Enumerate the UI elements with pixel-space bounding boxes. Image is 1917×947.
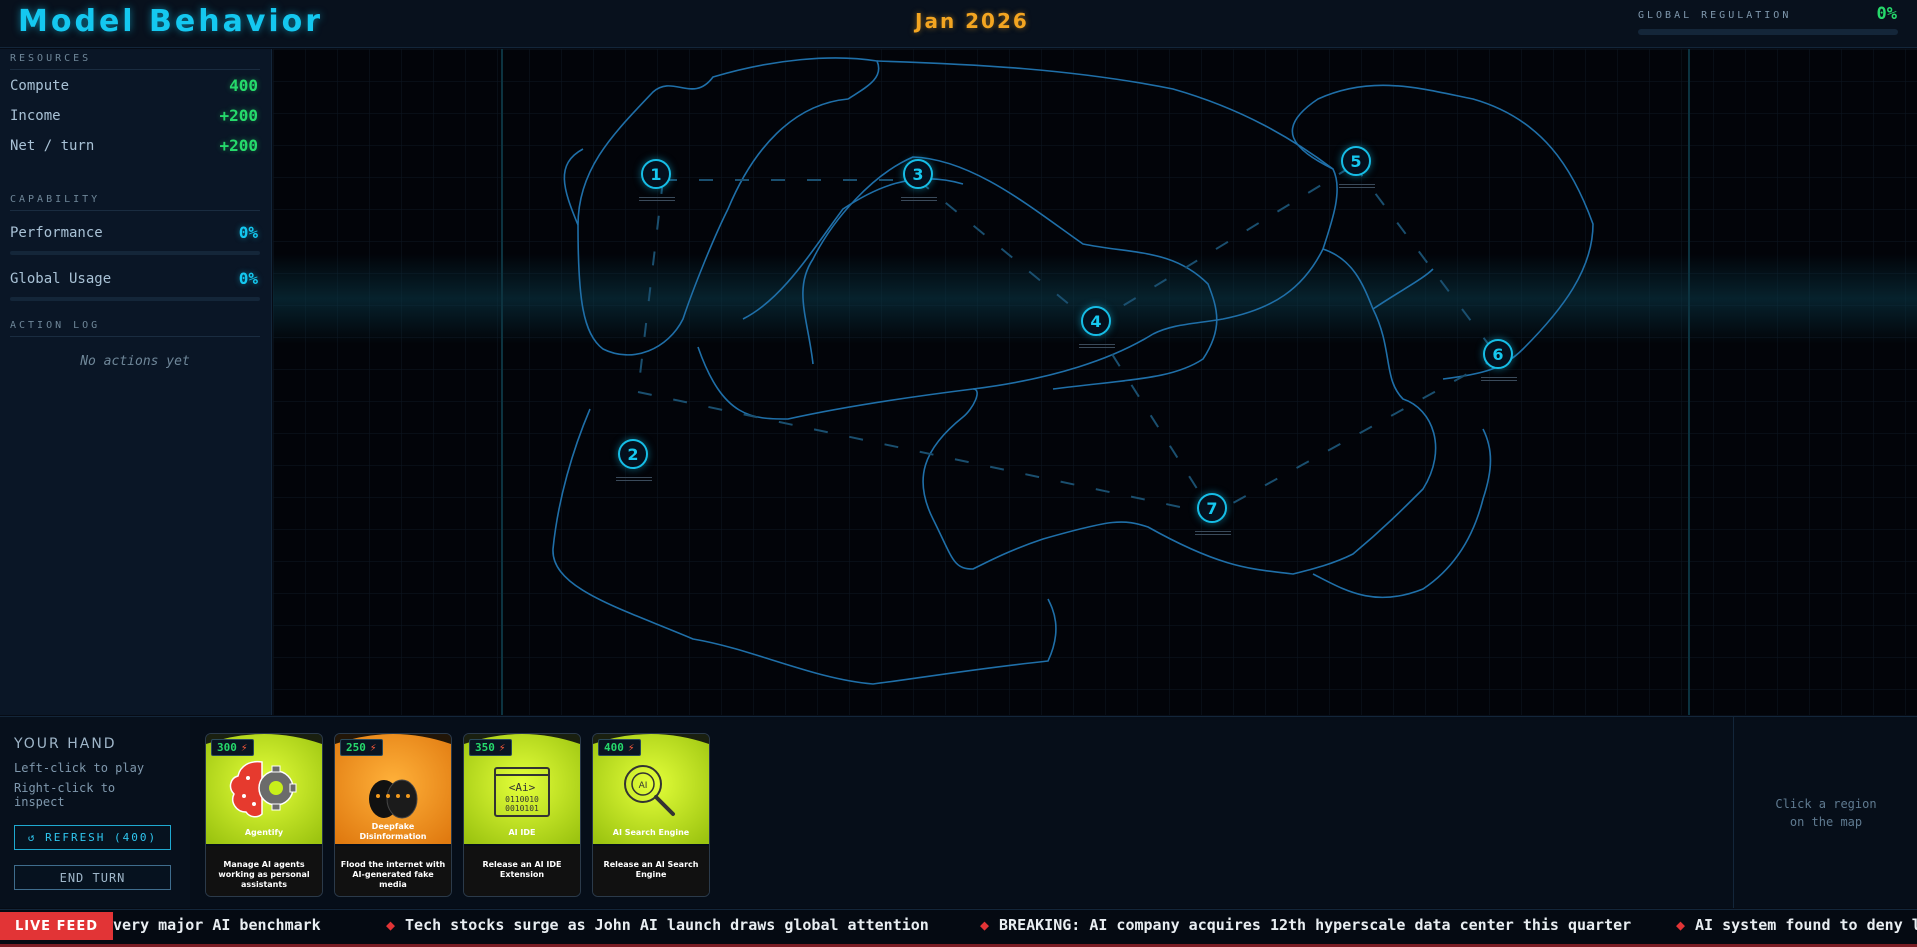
region-7-indicator <box>1195 531 1231 539</box>
bolt-icon: ⚡ <box>498 741 506 754</box>
faces-icon <box>369 779 418 819</box>
ticker-item: very major AI benchmark <box>113 916 321 934</box>
ticker-item: ◆ AI system found to deny lo <box>1676 916 1917 934</box>
hand-title: YOUR HAND <box>14 736 117 752</box>
card-cost: 350 ⚡ <box>469 739 512 756</box>
income-label: Income <box>10 108 61 124</box>
map-canvas <box>273 49 1917 715</box>
global-regulation-label: GLOBAL REGULATION <box>1638 10 1792 21</box>
card-cost: 300 ⚡ <box>211 739 254 756</box>
region-node-1[interactable]: 1 <box>641 159 671 189</box>
card-cost-value: 250 <box>346 741 366 754</box>
ticker-item-text: AI system found to deny lo <box>1695 916 1917 934</box>
region-5-indicator <box>1339 184 1375 192</box>
card-name: Deepfake Disinformation <box>359 822 427 841</box>
card-description: Manage AI agents working as personal ass… <box>218 860 310 889</box>
brain-gear-icon <box>229 760 297 818</box>
inspect-panel: Click a region on the map <box>1733 716 1917 908</box>
net-per-turn-value: +200 <box>219 136 258 155</box>
income-value: +200 <box>219 106 258 125</box>
compute-label: Compute <box>10 78 70 94</box>
region-node-5[interactable]: 5 <box>1341 146 1371 176</box>
live-feed-badge: LIVE FEED <box>0 912 113 940</box>
region-node-3[interactable]: 3 <box>903 159 933 189</box>
top-bar: Model Behavior Jan 2026 GLOBAL REGULATIO… <box>0 0 1917 48</box>
card-cost-value: 300 <box>217 741 237 754</box>
region-2-indicator <box>616 477 652 485</box>
svg-text:0010101: 0010101 <box>505 804 539 813</box>
card-hand: 300 ⚡ Agentify Manage AI agents working a… <box>190 716 1733 908</box>
action-log-section-title: ACTION LOG <box>10 320 101 331</box>
resources-section-title: RESOURCES <box>10 53 92 64</box>
inspect-hint: Click a region on the map <box>1775 797 1877 829</box>
divider <box>10 210 260 211</box>
compute-value: 400 <box>229 76 258 95</box>
left-click-hint: Left-click to play <box>14 761 145 775</box>
news-ticker: LIVE FEED very major AI benchmark ◆ Tech … <box>0 909 1917 947</box>
global-regulation-value: 0% <box>1876 4 1897 24</box>
diamond-icon: ◆ <box>386 916 396 934</box>
game-title: Model Behavior <box>18 4 324 39</box>
region-node-7[interactable]: 7 <box>1197 493 1227 523</box>
ticker-item-text: Tech stocks surge as John AI launch draw… <box>405 916 929 934</box>
global-usage-value: 0% <box>238 269 258 288</box>
region-node-6[interactable]: 6 <box>1483 339 1513 369</box>
net-per-turn-label: Net / turn <box>10 138 95 154</box>
end-turn-button[interactable]: END TURN <box>14 865 171 890</box>
card-name: AI Search Engine <box>612 828 690 837</box>
global-regulation-bar <box>1638 29 1898 35</box>
region-3-indicator <box>901 197 937 205</box>
ai-magnifier-icon: AI <box>624 765 675 816</box>
global-usage-label: Global Usage <box>10 271 112 287</box>
ai-code-window-icon: <Ai> 0110010 0010101 <box>494 767 550 817</box>
svg-text:AI: AI <box>639 781 648 791</box>
right-click-hint: Right-click to inspect <box>14 781 116 809</box>
card-name: AI IDE <box>508 828 536 837</box>
ticker-item: ◆ BREAKING: AI company acquires 12th hype… <box>980 916 1631 934</box>
card-description: Release an AI IDE Extension <box>482 860 562 879</box>
card-deepfake-disinformation[interactable]: 250 ⚡ Deepfake Disinformation Flood the i… <box>334 733 452 897</box>
region-6-indicator <box>1481 377 1517 385</box>
refresh-button[interactable]: ↺ REFRESH (400) <box>14 825 171 850</box>
bolt-icon: ⚡ <box>627 741 635 754</box>
card-agentify[interactable]: 300 ⚡ Agentify Manage AI agents working a… <box>205 733 323 897</box>
ticker-item-text: BREAKING: AI company acquires 12th hyper… <box>999 916 1632 934</box>
game-screen: Model Behavior Jan 2026 GLOBAL REGULATIO… <box>0 0 1917 947</box>
world-map[interactable]: 1 2 3 4 5 6 7 <box>273 49 1917 715</box>
bolt-icon: ⚡ <box>369 741 377 754</box>
card-cost: 400 ⚡ <box>598 739 641 756</box>
diamond-icon: ◆ <box>1676 916 1686 934</box>
card-cost-value: 400 <box>604 741 624 754</box>
svg-text:<Ai>: <Ai> <box>509 781 536 794</box>
capability-section-title: CAPABILITY <box>10 194 101 205</box>
card-description: Flood the internet with AI-generated fak… <box>340 860 446 889</box>
region-1-indicator <box>639 197 675 205</box>
svg-text:0110010: 0110010 <box>505 795 539 804</box>
ticker-item: ◆ Tech stocks surge as John AI launch dra… <box>386 916 929 934</box>
bolt-icon: ⚡ <box>240 741 248 754</box>
divider <box>10 69 260 70</box>
region-node-4[interactable]: 4 <box>1081 306 1111 336</box>
current-date: Jan 2026 <box>915 9 1029 33</box>
performance-label: Performance <box>10 225 103 241</box>
hand-panel: YOUR HAND Left-click to play Right-click… <box>0 716 190 908</box>
performance-value: 0% <box>238 223 258 242</box>
card-cost-value: 350 <box>475 741 495 754</box>
ticker-item-text: very major AI benchmark <box>113 916 321 934</box>
card-description: Release an AI Search Engine <box>603 860 699 879</box>
card-name: Agentify <box>244 828 284 837</box>
region-4-indicator <box>1079 344 1115 352</box>
action-log-empty: No actions yet <box>80 354 190 369</box>
diamond-icon: ◆ <box>980 916 990 934</box>
performance-bar <box>10 251 260 255</box>
card-ai-search-engine[interactable]: AI 400 ⚡ AI Search Engine Release an AI S… <box>592 733 710 897</box>
region-node-2[interactable]: 2 <box>618 439 648 469</box>
divider <box>10 336 260 337</box>
card-ai-ide[interactable]: <Ai> 0110010 0010101 350 ⚡ AI IDE Release… <box>463 733 581 897</box>
global-usage-bar <box>10 297 260 301</box>
card-cost: 250 ⚡ <box>340 739 383 756</box>
sidebar: RESOURCES Compute 400 Income +200 Net / … <box>0 49 272 715</box>
